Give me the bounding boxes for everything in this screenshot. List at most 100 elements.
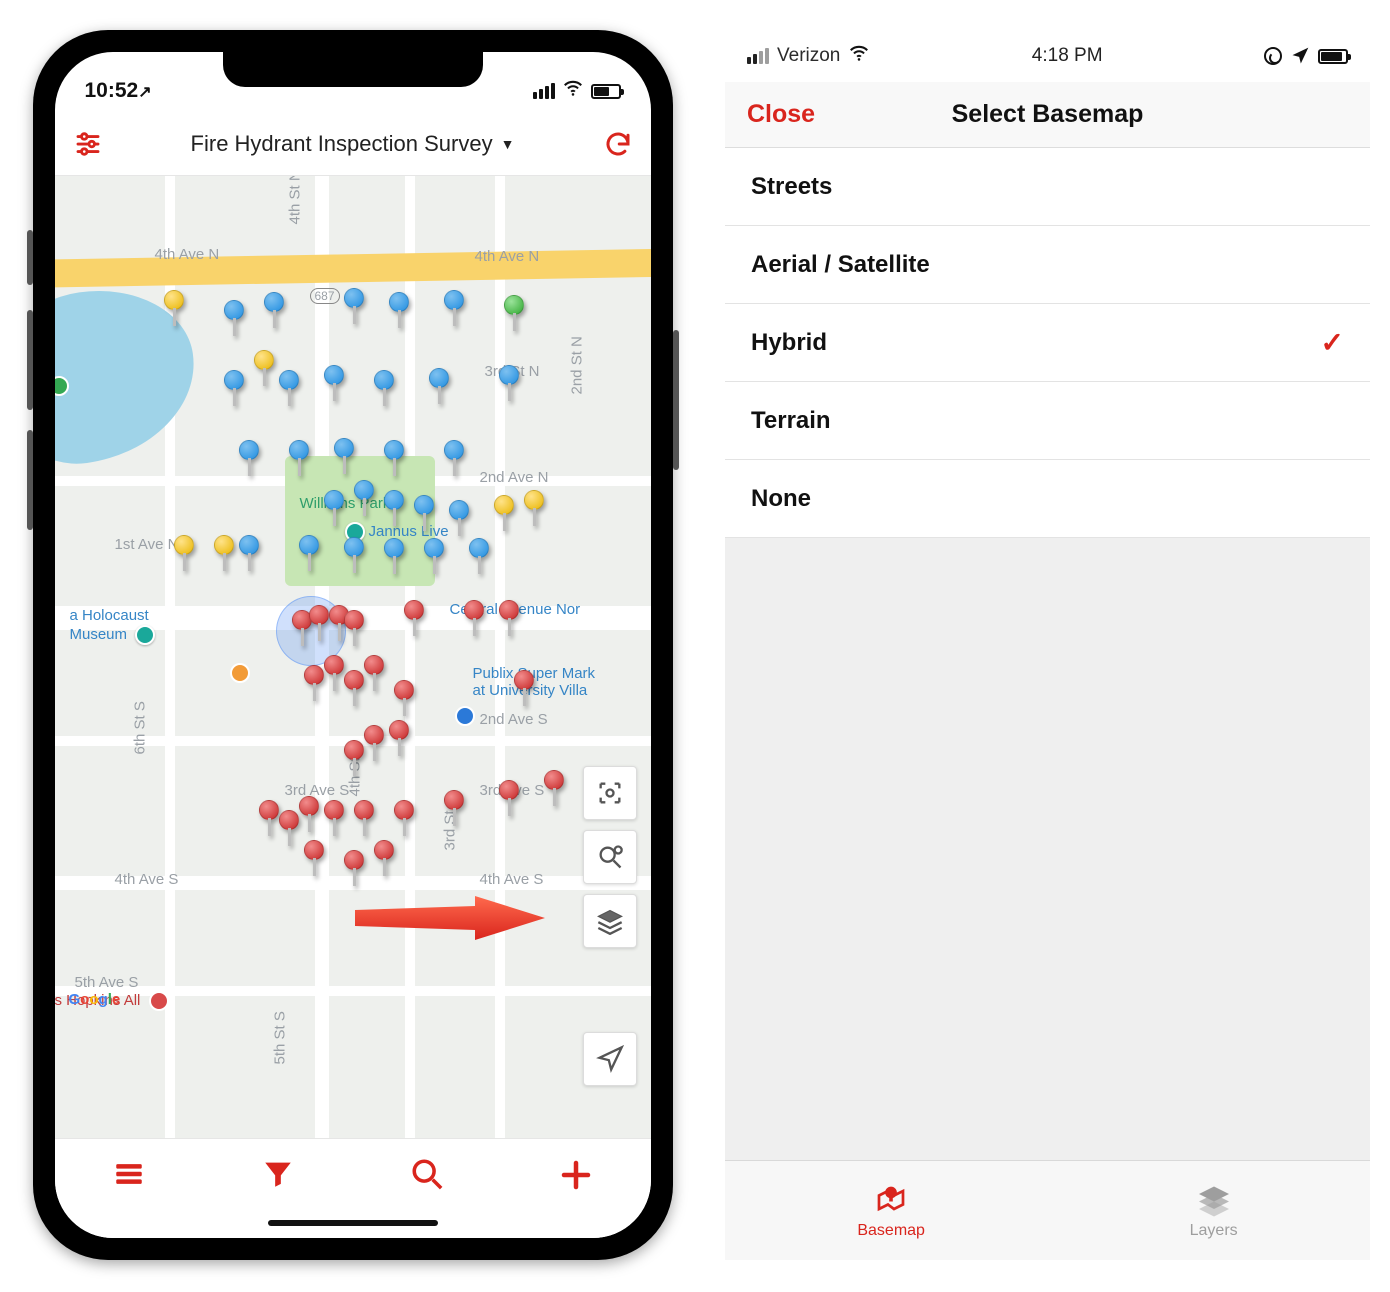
map-pin[interactable] bbox=[299, 796, 321, 832]
map-pin[interactable] bbox=[279, 810, 301, 846]
phone-side-button bbox=[27, 430, 33, 530]
map-canvas[interactable]: 4th Ave N 4th Ave N 3rd St N 2nd Ave N 1… bbox=[55, 176, 651, 1176]
map-pin[interactable] bbox=[389, 292, 411, 328]
map-pin[interactable] bbox=[514, 670, 536, 706]
status-bar: Verizon 4:18 PM bbox=[725, 30, 1370, 82]
zoom-search-icon[interactable] bbox=[583, 830, 637, 884]
map-pin[interactable] bbox=[384, 490, 406, 526]
map-pin[interactable] bbox=[469, 538, 491, 574]
map-pin[interactable] bbox=[279, 370, 301, 406]
map-pin[interactable] bbox=[354, 800, 376, 836]
signal-icon bbox=[533, 83, 555, 99]
phone-notch bbox=[223, 52, 483, 87]
map-pin[interactable] bbox=[239, 440, 261, 476]
basemap-option[interactable]: Hybrid✓ bbox=[725, 304, 1370, 382]
map-pin[interactable] bbox=[344, 740, 366, 776]
map-pin[interactable] bbox=[524, 490, 546, 526]
map-pin[interactable] bbox=[224, 370, 246, 406]
map-pin[interactable] bbox=[259, 800, 281, 836]
map-pin[interactable] bbox=[364, 655, 386, 691]
map-pin[interactable] bbox=[239, 535, 261, 571]
zoom-extent-icon[interactable] bbox=[583, 766, 637, 820]
map-pin[interactable] bbox=[499, 365, 521, 401]
map-pin[interactable] bbox=[174, 535, 196, 571]
map-pin[interactable] bbox=[289, 440, 311, 476]
street-label: 4th Ave S bbox=[480, 871, 544, 888]
map-pin[interactable] bbox=[164, 290, 186, 326]
tab-basemap[interactable]: Basemap bbox=[857, 1182, 925, 1240]
map-pin[interactable] bbox=[499, 780, 521, 816]
map-pin[interactable] bbox=[324, 800, 346, 836]
tab-label: Basemap bbox=[857, 1222, 925, 1240]
map-pin[interactable] bbox=[449, 500, 471, 536]
map-pin[interactable] bbox=[324, 490, 346, 526]
map-pin[interactable] bbox=[299, 535, 321, 571]
option-label: None bbox=[751, 485, 811, 513]
map-pin[interactable] bbox=[344, 850, 366, 886]
menu-button[interactable] bbox=[99, 1157, 159, 1191]
map-pin[interactable] bbox=[374, 840, 396, 876]
battery-icon bbox=[591, 84, 621, 99]
map-pin[interactable] bbox=[389, 720, 411, 756]
map-pin[interactable] bbox=[254, 350, 276, 386]
street-label: 2nd St N bbox=[568, 336, 585, 394]
map-pin[interactable] bbox=[444, 440, 466, 476]
map-pin[interactable] bbox=[344, 288, 366, 324]
map-pin[interactable] bbox=[324, 365, 346, 401]
map-pin[interactable] bbox=[499, 600, 521, 636]
map-pin[interactable] bbox=[404, 600, 426, 636]
locate-me-icon[interactable] bbox=[583, 1032, 637, 1086]
search-button[interactable] bbox=[397, 1157, 457, 1191]
map-pin[interactable] bbox=[384, 538, 406, 574]
map-pin[interactable] bbox=[224, 300, 246, 336]
map-pin[interactable] bbox=[444, 290, 466, 326]
map-pin[interactable] bbox=[334, 438, 356, 474]
map-pin[interactable] bbox=[494, 495, 516, 531]
map-pin[interactable] bbox=[354, 480, 376, 516]
map-pin[interactable] bbox=[264, 292, 286, 328]
location-arrow-icon bbox=[1290, 46, 1310, 66]
refresh-icon[interactable] bbox=[603, 129, 633, 159]
map-pin[interactable] bbox=[394, 680, 416, 716]
map-pin[interactable] bbox=[414, 495, 436, 531]
map-pin[interactable] bbox=[394, 800, 416, 836]
street-label: 4th Ave N bbox=[155, 246, 220, 263]
map-pin[interactable] bbox=[429, 368, 451, 404]
map-pin[interactable] bbox=[374, 370, 396, 406]
map-pin[interactable] bbox=[424, 538, 446, 574]
map-pin[interactable] bbox=[384, 440, 406, 476]
filter-button[interactable] bbox=[248, 1157, 308, 1191]
map-pin[interactable] bbox=[504, 295, 526, 331]
settings-sliders-icon[interactable] bbox=[73, 129, 103, 159]
poi-label: a Holocaust Museum bbox=[70, 608, 160, 645]
map-pin[interactable] bbox=[304, 665, 326, 701]
map-pin[interactable] bbox=[544, 770, 566, 806]
survey-title-dropdown[interactable]: Fire Hydrant Inspection Survey ▼ bbox=[117, 131, 589, 157]
map-pin[interactable] bbox=[324, 655, 346, 691]
map-pin[interactable] bbox=[344, 670, 366, 706]
basemap-option[interactable]: Streets bbox=[725, 148, 1370, 226]
map-pin[interactable] bbox=[364, 725, 386, 761]
wifi-icon bbox=[848, 42, 870, 70]
option-label: Streets bbox=[751, 173, 832, 201]
tab-layers[interactable]: Layers bbox=[1190, 1182, 1238, 1240]
basemap-option[interactable]: Terrain bbox=[725, 382, 1370, 460]
map-pin[interactable] bbox=[344, 537, 366, 573]
status-time: 4:18 PM bbox=[1032, 45, 1103, 67]
map-pin[interactable] bbox=[304, 840, 326, 876]
basemap-option[interactable]: None bbox=[725, 460, 1370, 538]
layers-icon[interactable] bbox=[583, 894, 637, 948]
map-pin[interactable] bbox=[309, 605, 331, 641]
map-pin[interactable] bbox=[214, 535, 236, 571]
map-pin[interactable] bbox=[344, 610, 366, 646]
map-pin[interactable] bbox=[464, 600, 486, 636]
basemap-options-list: Streets Aerial / SatelliteHybrid✓Terrain N… bbox=[725, 148, 1370, 538]
map-pin[interactable] bbox=[444, 790, 466, 826]
street-label: 1st Ave N bbox=[115, 536, 179, 553]
option-label: Hybrid bbox=[751, 329, 827, 357]
tab-label: Layers bbox=[1190, 1222, 1238, 1240]
add-button[interactable] bbox=[546, 1157, 606, 1193]
basemap-option[interactable]: Aerial / Satellite bbox=[725, 226, 1370, 304]
status-icons bbox=[533, 77, 621, 105]
modal-title: Select Basemap bbox=[747, 100, 1348, 129]
